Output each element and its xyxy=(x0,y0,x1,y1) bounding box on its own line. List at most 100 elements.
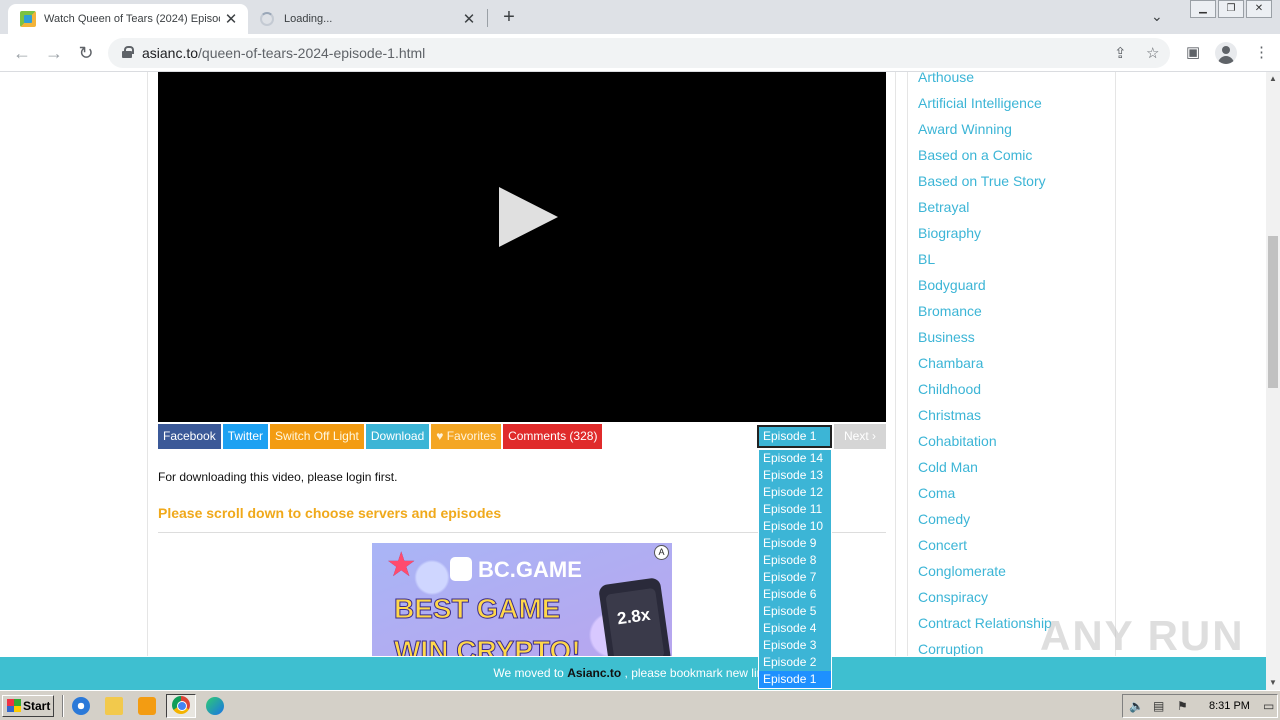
tab-queen-of-tears[interactable]: Watch Queen of Tears (2024) Episode 1 ✕ xyxy=(8,4,248,34)
video-player[interactable] xyxy=(158,72,886,422)
download-button[interactable]: Download xyxy=(365,424,430,449)
genre-link[interactable]: Conspiracy xyxy=(918,584,1052,610)
media-player-icon[interactable] xyxy=(138,697,156,715)
genre-list: Arthouse Artificial Intelligence Award Win… xyxy=(918,72,1052,656)
login-note: For downloading this video, please login… xyxy=(158,470,398,484)
back-arrow-icon[interactable]: ← xyxy=(11,42,33,64)
switch-off-light-button[interactable]: Switch Off Light xyxy=(270,424,364,449)
content-border xyxy=(147,72,148,656)
show-desktop-icon[interactable]: ▭ xyxy=(1263,699,1274,713)
genre-link[interactable]: Betrayal xyxy=(918,194,1052,220)
genre-link[interactable]: Biography xyxy=(918,220,1052,246)
site-favicon-icon xyxy=(20,11,36,27)
new-tab-button[interactable]: + xyxy=(498,6,520,28)
episode-option[interactable]: Episode 7 xyxy=(759,569,831,586)
episode-option[interactable]: Episode 14 xyxy=(759,450,831,467)
episode-select[interactable]: Episode 1 xyxy=(756,424,833,449)
folder-icon[interactable] xyxy=(105,697,123,715)
genre-link[interactable]: Cold Man xyxy=(918,454,1052,480)
genre-link[interactable]: Bodyguard xyxy=(918,272,1052,298)
genre-link[interactable]: Cohabitation xyxy=(918,428,1052,454)
genre-link[interactable]: Based on a Comic xyxy=(918,142,1052,168)
system-tray: 🔈 ▤ ⚑ 8:31 PM ▭ xyxy=(1122,694,1278,718)
taskbar-clock[interactable]: 8:31 PM xyxy=(1209,700,1250,712)
network-icon[interactable]: ▤ xyxy=(1153,699,1164,713)
episode-option[interactable]: Episode 8 xyxy=(759,552,831,569)
windows-logo-icon xyxy=(7,699,21,712)
ad-subheadline: WIN CRYPTO! xyxy=(394,635,582,657)
episode-option[interactable]: Episode 2 xyxy=(759,654,831,671)
close-window-button[interactable]: ✕ xyxy=(1246,0,1272,18)
volume-icon[interactable]: 🔈 xyxy=(1129,699,1144,713)
genre-link[interactable]: Corruption xyxy=(918,636,1052,656)
episode-option[interactable]: Episode 13 xyxy=(759,467,831,484)
bookmark-star-icon[interactable]: ☆ xyxy=(1146,44,1159,62)
notice-site-link[interactable]: Asianc.to xyxy=(567,666,621,680)
comments-button[interactable]: Comments (328) xyxy=(503,424,603,449)
chrome-icon[interactable] xyxy=(172,696,190,714)
edge-icon[interactable] xyxy=(206,697,224,715)
genre-link[interactable]: Award Winning xyxy=(918,116,1052,142)
episode-option[interactable]: Episode 5 xyxy=(759,603,831,620)
favorites-button[interactable]: ♥ Favorites xyxy=(431,424,502,449)
content-border xyxy=(895,72,896,656)
episode-option[interactable]: Episode 3 xyxy=(759,637,831,654)
notice-suffix: , please bookmark new link. xyxy=(624,666,773,680)
profile-avatar-icon[interactable] xyxy=(1215,42,1237,64)
episode-option[interactable]: Episode 1 xyxy=(759,671,831,688)
menu-kebab-icon[interactable]: ⋮ xyxy=(1254,43,1269,61)
genre-link[interactable]: Coma xyxy=(918,480,1052,506)
genre-link[interactable]: BL xyxy=(918,246,1052,272)
genre-link[interactable]: Chambara xyxy=(918,350,1052,376)
genre-link[interactable]: Contract Relationship xyxy=(918,610,1052,636)
episode-option[interactable]: Episode 12 xyxy=(759,484,831,501)
url-text[interactable]: asianc.to/queen-of-tears-2024-episode-1.… xyxy=(142,45,425,61)
play-icon[interactable] xyxy=(499,187,558,247)
scroll-thumb[interactable] xyxy=(1268,236,1278,388)
genre-link[interactable]: Business xyxy=(918,324,1052,350)
action-bar: Facebook Twitter Switch Off Light Downlo… xyxy=(158,424,604,449)
episode-option[interactable]: Episode 4 xyxy=(759,620,831,637)
next-label: Next xyxy=(843,429,869,443)
forward-arrow-icon[interactable]: → xyxy=(43,42,65,64)
genre-link[interactable]: Bromance xyxy=(918,298,1052,324)
genre-link[interactable]: Concert xyxy=(918,532,1052,558)
episode-option[interactable]: Episode 10 xyxy=(759,518,831,535)
minimize-button[interactable]: ▁ xyxy=(1190,0,1216,18)
advertisement-banner[interactable]: ★ BC.GAME BEST GAME WIN CRYPTO! 2.8x A xyxy=(372,543,672,656)
address-bar[interactable]: asianc.to/queen-of-tears-2024-episode-1.… xyxy=(108,38,1170,68)
flag-icon[interactable]: ⚑ xyxy=(1177,699,1188,713)
genre-link[interactable]: Conglomerate xyxy=(918,558,1052,584)
genre-link[interactable]: Childhood xyxy=(918,376,1052,402)
twitter-button[interactable]: Twitter xyxy=(222,424,269,449)
favorites-label: Favorites xyxy=(446,429,497,443)
genre-link[interactable]: Arthouse xyxy=(918,72,1052,90)
notice-prefix: We moved to xyxy=(493,666,564,680)
browser-toolbar: ← → ↻ asianc.to/queen-of-tears-2024-epis… xyxy=(0,34,1280,72)
adchoices-icon[interactable]: A xyxy=(654,545,669,560)
genre-link[interactable]: Based on True Story xyxy=(918,168,1052,194)
tab-close-icon[interactable]: ✕ xyxy=(220,10,242,28)
tab-close-icon[interactable]: ✕ xyxy=(458,10,480,28)
facebook-button[interactable]: Facebook xyxy=(158,424,221,449)
lock-icon[interactable] xyxy=(122,46,134,58)
episode-option[interactable]: Episode 9 xyxy=(759,535,831,552)
internet-explorer-icon[interactable] xyxy=(72,697,90,715)
episode-option[interactable]: Episode 11 xyxy=(759,501,831,518)
reload-icon[interactable]: ↻ xyxy=(75,42,97,64)
genre-link[interactable]: Artificial Intelligence xyxy=(918,90,1052,116)
share-icon[interactable]: ⇪ xyxy=(1114,44,1127,62)
scroll-up-arrow-icon[interactable]: ▲ xyxy=(1266,72,1280,86)
genre-link[interactable]: Christmas xyxy=(918,402,1052,428)
next-episode-button[interactable]: Next › xyxy=(834,424,886,449)
genre-link[interactable]: Comedy xyxy=(918,506,1052,532)
episode-option[interactable]: Episode 6 xyxy=(759,586,831,603)
tab-loading[interactable]: Loading... ✕ xyxy=(250,4,486,34)
page-scrollbar[interactable]: ▲ ▼ xyxy=(1266,72,1280,690)
side-panel-icon[interactable]: ▣ xyxy=(1186,43,1200,61)
start-button[interactable]: Start xyxy=(2,695,54,717)
brand-logo-icon xyxy=(450,557,472,581)
restore-button[interactable]: ❐ xyxy=(1218,0,1244,18)
scroll-down-arrow-icon[interactable]: ▼ xyxy=(1266,676,1280,690)
tab-search-chevron-icon[interactable]: ⌄ xyxy=(1151,8,1163,25)
